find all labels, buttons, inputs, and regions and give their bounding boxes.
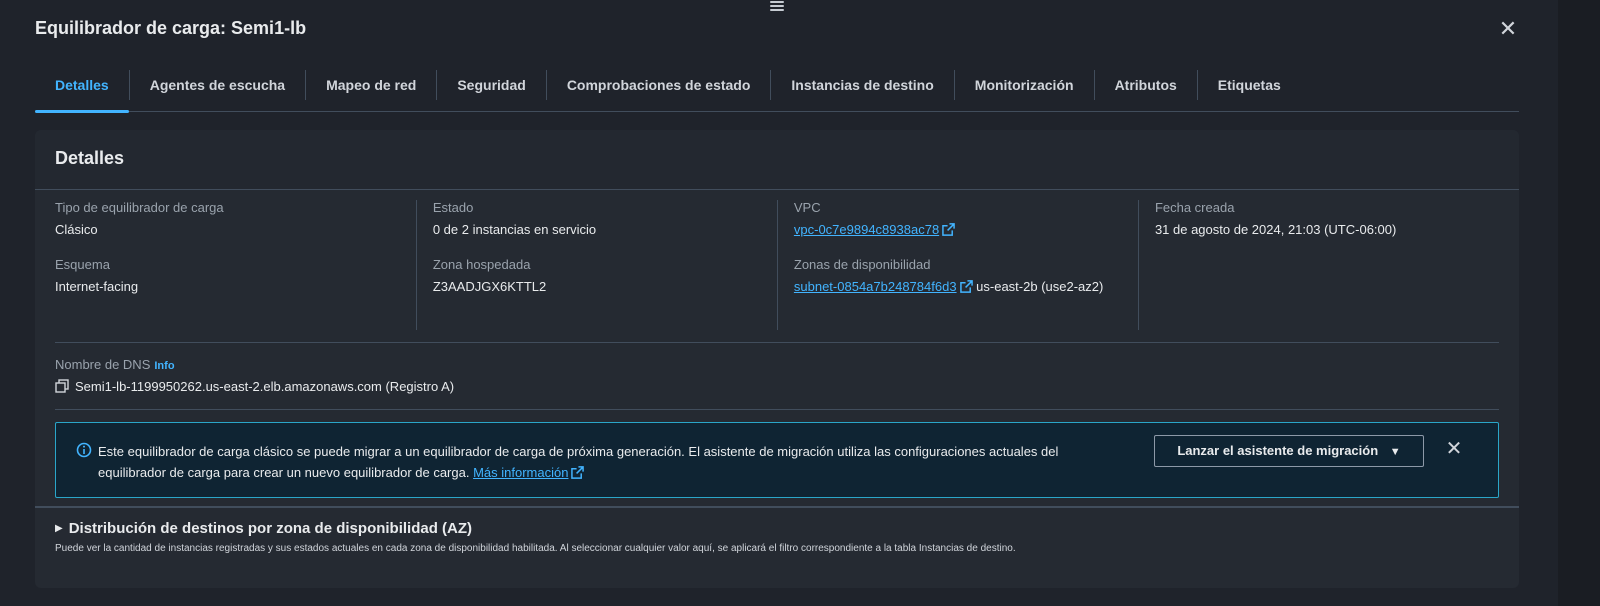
copy-icon[interactable] bbox=[55, 379, 69, 393]
scrollbar-track[interactable] bbox=[1558, 0, 1600, 606]
tab-etiquetas[interactable]: Etiquetas bbox=[1198, 70, 1301, 100]
migration-alert: Este equilibrador de carga clásico se pu… bbox=[55, 422, 1499, 498]
migration-button-label: Lanzar el asistente de migración bbox=[1177, 443, 1379, 458]
chevron-down-icon: ▼ bbox=[1389, 446, 1401, 458]
panel-title: Equilibrador de carga: Semi1-lb bbox=[35, 18, 307, 38]
tab-instancias-de-destino[interactable]: Instancias de destino bbox=[771, 70, 955, 100]
dns-value: Semi1-lb-1199950262.us-east-2.elb.amazon… bbox=[75, 379, 455, 394]
tab-seguridad[interactable]: Seguridad bbox=[437, 70, 547, 100]
vpc-label: VPC bbox=[793, 200, 821, 215]
az-distribution-expander[interactable]: ▶ Distribución de destinos por zona de di… bbox=[55, 520, 1499, 554]
tab-detalles[interactable]: Detalles bbox=[35, 70, 130, 113]
external-link-icon[interactable] bbox=[571, 466, 585, 479]
tab-monitorizacion[interactable]: Monitorización bbox=[955, 70, 1095, 100]
type-label: Tipo de equilibrador de carga bbox=[55, 200, 224, 215]
hosted-zone-value: Z3AADJGX6KTTL2 bbox=[432, 279, 547, 294]
state-label: Estado bbox=[432, 200, 474, 215]
tab-atributos[interactable]: Atributos bbox=[1095, 70, 1198, 100]
alert-text: Este equilibrador de carga clásico se pu… bbox=[98, 441, 1108, 483]
dismiss-alert-icon[interactable]: ✕ bbox=[1442, 437, 1466, 461]
tab-bar: Detalles Agentes de escucha Mapeo de red… bbox=[35, 70, 1519, 113]
caret-right-icon[interactable]: ▶ bbox=[55, 523, 63, 534]
dns-info-link[interactable]: Info bbox=[154, 360, 174, 372]
details-card: Detalles Tipo de equilibrador de carga C… bbox=[35, 130, 1519, 588]
created-label: Fecha creada bbox=[1154, 200, 1235, 215]
hosted-zone-label: Zona hospedada bbox=[432, 257, 531, 272]
external-link-icon[interactable] bbox=[942, 223, 955, 236]
tab-agentes-de-escucha[interactable]: Agentes de escucha bbox=[130, 70, 307, 100]
scheme-label: Esquema bbox=[55, 257, 110, 272]
details-panel: Equilibrador de carga: Semi1-lb ✕ Detall… bbox=[0, 0, 1558, 606]
more-info-link[interactable]: Más información bbox=[473, 465, 568, 480]
details-grid: Tipo de equilibrador de carga Clásico Es… bbox=[55, 200, 1499, 330]
subnet-link[interactable]: subnet-0854a7b248784f6d3 bbox=[794, 279, 957, 294]
type-value: Clásico bbox=[55, 222, 98, 237]
close-icon[interactable]: ✕ bbox=[1496, 17, 1520, 41]
divider bbox=[35, 506, 1519, 508]
details-column-2: Estado 0 de 2 instancias en servicio Zon… bbox=[415, 200, 777, 330]
availability-zones-label: Zonas de disponibilidad bbox=[793, 257, 931, 272]
info-icon bbox=[76, 442, 92, 458]
availability-zones-value: subnet-0854a7b248784f6d3 us-east-2b (use… bbox=[794, 278, 1122, 296]
details-column-4: Fecha creada 31 de agosto de 2024, 21:03… bbox=[1137, 200, 1499, 330]
created-value: 31 de agosto de 2024, 21:03 (UTC-06:00) bbox=[1154, 222, 1397, 237]
scheme-value: Internet-facing bbox=[55, 279, 139, 294]
tab-comprobaciones-de-estado[interactable]: Comprobaciones de estado bbox=[547, 70, 772, 100]
details-column-3: VPC vpc-0c7e9894c8938ac78 Zonas de dispo… bbox=[776, 200, 1138, 330]
tab-mapeo-de-red[interactable]: Mapeo de red bbox=[306, 70, 438, 100]
dns-label: Nombre de DNS bbox=[55, 357, 151, 372]
expander-title: Distribución de destinos por zona de dis… bbox=[68, 520, 473, 537]
dns-section: Nombre de DNS Info Semi1-lb-1199950262.us… bbox=[55, 342, 1499, 410]
drag-handle-icon[interactable] bbox=[770, 0, 784, 12]
card-header: Detalles bbox=[35, 130, 1519, 190]
az-suffix: us-east-2b (use2-az2) bbox=[972, 279, 1104, 294]
state-value: 0 de 2 instancias en servicio bbox=[432, 222, 597, 237]
external-link-icon[interactable] bbox=[959, 280, 973, 293]
expander-description: Puede ver la cantidad de instancias regi… bbox=[55, 543, 1016, 554]
vpc-link[interactable]: vpc-0c7e9894c8938ac78 bbox=[794, 222, 939, 237]
launch-migration-wizard-button[interactable]: Lanzar el asistente de migración ▼ bbox=[1154, 435, 1424, 467]
details-column-1: Tipo de equilibrador de carga Clásico Es… bbox=[55, 200, 416, 330]
